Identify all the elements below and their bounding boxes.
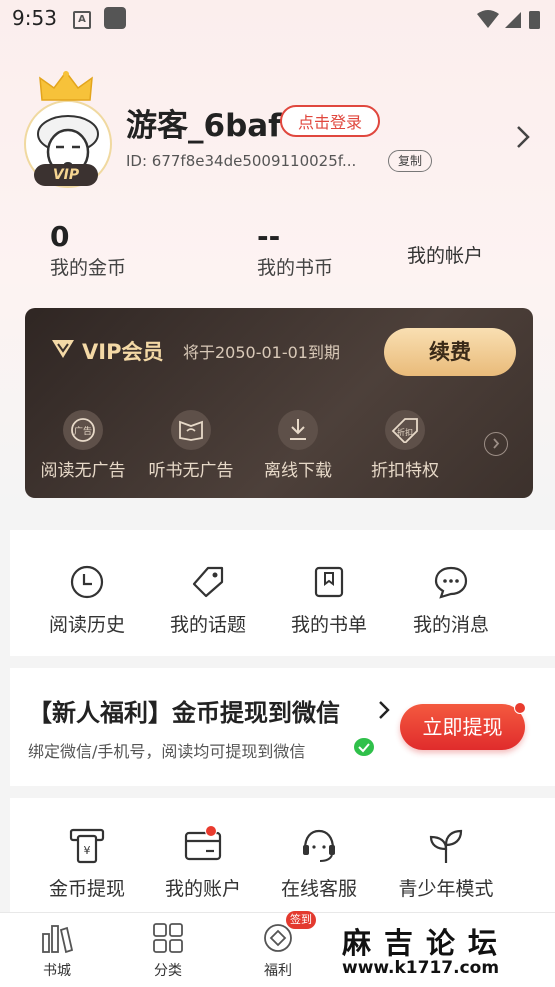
service-coin-withdraw[interactable]: ¥ 金币提现: [32, 826, 142, 901]
bookstore-icon: [42, 925, 74, 954]
watermark-title: 麻吉论坛: [342, 926, 511, 960]
notification-square-icon: [104, 7, 126, 29]
promo-title: 【新人福利】金币提现到微信: [28, 699, 340, 727]
clock-icon: [70, 565, 104, 599]
stat-book-coins-value: --: [257, 220, 281, 253]
service-customer-support[interactable]: 在线客服: [264, 826, 374, 901]
crown-icon: [39, 70, 93, 101]
watermark-url: www.k1717.com: [342, 958, 500, 978]
wechat-icon: [354, 738, 374, 756]
service-label: 在线客服: [280, 878, 357, 900]
vip-feature-label: 折扣特权: [371, 461, 439, 481]
service-teen-mode[interactable]: 青少年模式: [391, 826, 501, 901]
stat-book-coins-label: 我的书币: [257, 257, 334, 279]
sign-in-badge: 签到: [286, 911, 316, 929]
quick-link-booklist[interactable]: 我的书单: [274, 562, 384, 637]
status-icons: [477, 10, 540, 29]
chevron-right-icon[interactable]: [515, 124, 531, 150]
quick-link-history[interactable]: 阅读历史: [32, 562, 142, 637]
renew-button[interactable]: 续费: [384, 328, 516, 376]
nav-label: 福利: [264, 963, 292, 979]
vip-feature-offline-download[interactable]: 离线下载: [248, 410, 348, 481]
nav-label: 分类: [154, 963, 182, 979]
service-label: 青少年模式: [398, 878, 494, 900]
vip-badge: VIP: [34, 164, 98, 186]
avatar[interactable]: VIP: [22, 70, 112, 192]
vip-feature-discount[interactable]: 折扣 折扣特权: [355, 410, 455, 481]
headset-icon: [303, 829, 335, 862]
coin-withdraw-icon: ¥: [69, 828, 105, 864]
nav-category[interactable]: 分类: [128, 922, 208, 980]
vip-more-button[interactable]: [484, 432, 508, 456]
service-label: 我的账户: [164, 878, 241, 900]
vip-feature-label: 离线下载: [264, 461, 332, 481]
quick-link-label: 阅读历史: [48, 614, 125, 636]
svg-text:折扣: 折扣: [397, 427, 413, 437]
stat-coins[interactable]: 0 我的金币: [50, 220, 126, 280]
bookmark-icon: [314, 566, 344, 598]
my-account-link[interactable]: 我的帐户: [407, 241, 483, 268]
tag-icon: [192, 566, 224, 598]
vip-feature-label: 听书无广告: [148, 461, 234, 481]
book-audio-icon: [171, 410, 211, 450]
quick-link-label: 我的消息: [412, 614, 489, 636]
stat-coins-value: 0: [50, 220, 70, 253]
quick-link-messages[interactable]: 我的消息: [396, 562, 506, 637]
login-button[interactable]: 点击登录: [280, 105, 380, 137]
nav-label: 书城: [43, 963, 71, 979]
battery-icon: [529, 11, 540, 29]
no-ads-icon: 广告: [63, 410, 103, 450]
vip-expire-text: 将于2050-01-01到期: [183, 343, 340, 362]
status-bar: 9:53 A: [0, 0, 555, 40]
svg-text:¥: ¥: [84, 844, 91, 857]
notification-dot: [205, 825, 217, 837]
vip-feature-label: 阅读无广告: [40, 461, 126, 481]
nav-welfare[interactable]: 福利: [238, 922, 318, 980]
svg-text:广告: 广告: [74, 425, 92, 437]
user-id: ID: 677f8e34de5009110025f...: [126, 152, 357, 170]
chat-icon: [434, 566, 468, 599]
withdraw-now-button[interactable]: 立即提现: [400, 704, 525, 750]
vip-title: VIP会员: [82, 340, 164, 364]
wifi-icon: [477, 10, 499, 28]
nav-bookstore[interactable]: 书城: [17, 922, 97, 980]
service-my-account[interactable]: 我的账户: [148, 826, 258, 901]
chevron-right-icon: [379, 701, 390, 719]
notification-a-icon: A: [73, 11, 91, 29]
chevron-right-icon: [493, 438, 500, 449]
status-time: 9:53: [12, 6, 57, 30]
copy-id-button[interactable]: 复制: [388, 150, 432, 172]
download-icon: [278, 410, 318, 450]
service-label: 金币提现: [48, 878, 125, 900]
discount-tag-icon: 折扣: [385, 410, 425, 450]
vip-diamond-icon: [52, 340, 74, 358]
grid-icon: [153, 923, 183, 953]
stat-book-coins[interactable]: -- 我的书币: [257, 220, 333, 280]
username: 游客_6baf: [126, 108, 282, 144]
vip-feature-no-ads-audio[interactable]: 听书无广告: [141, 410, 241, 481]
quick-link-label: 我的话题: [169, 614, 246, 636]
signal-icon: [505, 12, 521, 28]
vip-feature-no-ads-reading[interactable]: 广告 阅读无广告: [33, 410, 133, 481]
quick-link-label: 我的书单: [290, 614, 367, 636]
sprout-icon: [429, 829, 463, 863]
quick-link-topics[interactable]: 我的话题: [153, 562, 263, 637]
notification-dot: [514, 702, 526, 714]
stat-coins-label: 我的金币: [50, 257, 127, 279]
promo-subtitle: 绑定微信/手机号，阅读均可提现到微信: [28, 742, 306, 761]
